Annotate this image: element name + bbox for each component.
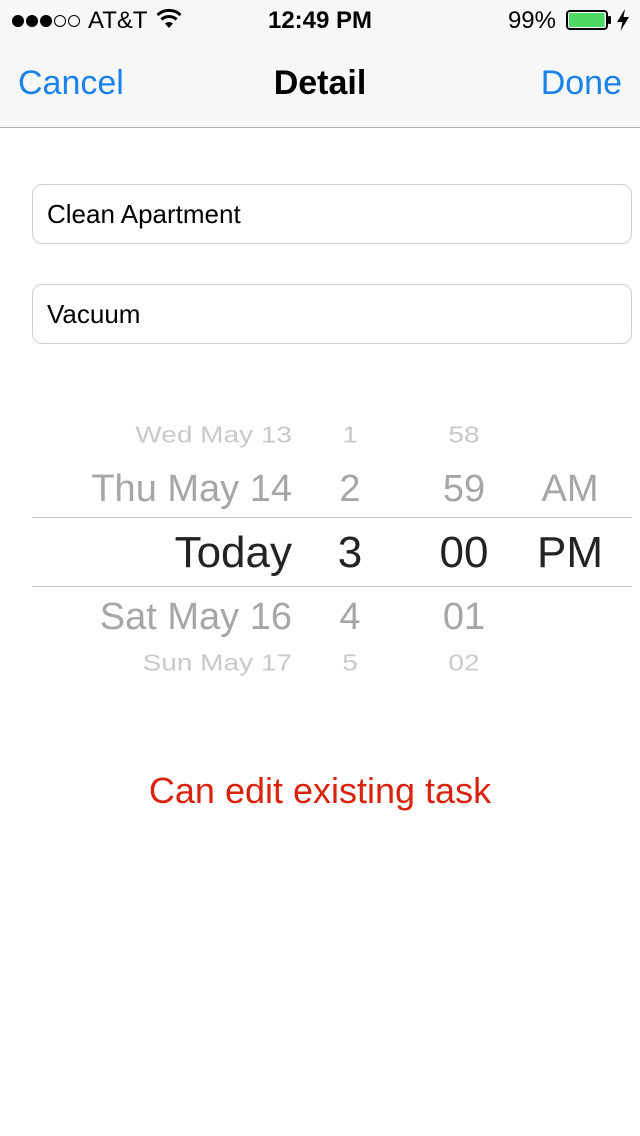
task-notes-field-container [32, 284, 632, 344]
picker-minute-column[interactable]: 58 59 00 01 02 [424, 408, 504, 698]
picker-hour-column[interactable]: 1 2 3 4 5 [320, 408, 380, 698]
picker-date-option[interactable]: Thu May 14 [91, 468, 292, 511]
task-name-field-container [32, 184, 632, 244]
picker-minute-option[interactable]: 58 [424, 422, 504, 448]
picker-hour-option[interactable]: 2 [320, 468, 380, 511]
done-button[interactable]: Done [541, 64, 622, 103]
picker-meridiem-option[interactable]: AM [530, 468, 610, 511]
picker-date-column[interactable]: Wed May 13 Thu May 14 Today Sat May 16 S… [40, 408, 292, 698]
picker-hour-selected[interactable]: 3 [320, 528, 380, 578]
task-name-input[interactable] [33, 185, 631, 243]
charging-bolt-icon [617, 9, 629, 31]
picker-date-option[interactable]: Sun May 17 [143, 650, 292, 676]
battery-percentage: 99% [507, 7, 556, 34]
picker-minute-option[interactable]: 59 [424, 468, 504, 511]
header: AT&T 12:49 PM 99% Cancel Detail Done [0, 0, 640, 128]
picker-date-option[interactable]: Sat May 16 [100, 596, 292, 639]
date-time-picker[interactable]: Wed May 13 Thu May 14 Today Sat May 16 S… [0, 408, 640, 698]
picker-date-option[interactable]: Wed May 13 [135, 422, 292, 448]
caption-text: Can edit existing task [148, 770, 492, 811]
picker-hour-option[interactable]: 1 [320, 422, 380, 448]
status-bar: AT&T 12:49 PM 99% [0, 0, 640, 40]
picker-minute-option[interactable]: 01 [424, 596, 504, 639]
picker-hour-option[interactable]: 4 [320, 596, 380, 639]
picker-hour-option[interactable]: 5 [320, 650, 380, 676]
picker-meridiem-selected[interactable]: PM [530, 528, 610, 578]
battery-icon [566, 10, 611, 30]
navigation-bar: Cancel Detail Done [0, 40, 640, 128]
screen: AT&T 12:49 PM 99% Cancel Detail Done Cle… [0, 0, 640, 1136]
task-notes-input[interactable] [33, 285, 631, 343]
picker-date-selected[interactable]: Today [175, 528, 292, 578]
picker-minute-option[interactable]: 02 [424, 650, 504, 676]
picker-meridiem-column[interactable]: AM PM [530, 408, 610, 698]
picker-minute-selected[interactable]: 00 [424, 528, 504, 578]
